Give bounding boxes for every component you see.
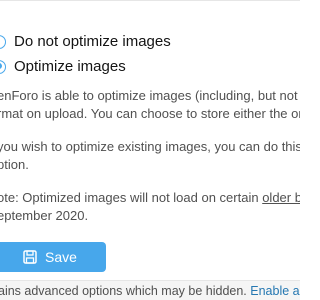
- note-line: ote: Optimized images will not load on c…: [0, 189, 300, 207]
- description-line-2: rmat on upload. You can choose to store …: [0, 106, 300, 121]
- note-line-2: eptember 2020.: [0, 208, 89, 223]
- radio-button-checked[interactable]: [0, 59, 6, 74]
- footer-text: ains advanced options which may be hidde…: [0, 284, 300, 298]
- note-label: ote:: [0, 190, 19, 205]
- radio-option-no-optimize[interactable]: Do not optimize images: [0, 33, 171, 50]
- options-panel: Do not optimize images Optimize images e…: [0, 0, 300, 300]
- radio-label-optimize: Optimize images: [14, 58, 126, 75]
- save-button[interactable]: Save: [0, 242, 106, 272]
- radio-label-no-optimize: Do not optimize images: [14, 33, 171, 50]
- description-line-3: you wish to optimize existing images, yo…: [0, 139, 300, 154]
- radio-option-optimize[interactable]: Optimize images: [0, 58, 126, 75]
- footer-message: ains advanced options which may be hidde…: [0, 284, 251, 298]
- option-description: enForo is able to optimize images (inclu…: [0, 87, 300, 225]
- older-browsers-link[interactable]: older b: [262, 190, 300, 205]
- radio-button-unchecked[interactable]: [0, 34, 6, 49]
- description-line-4: ption.: [0, 157, 29, 172]
- description-line-1: enForo is able to optimize images (inclu…: [0, 88, 300, 103]
- save-icon: [23, 250, 37, 264]
- advanced-options-footer: ains advanced options which may be hidde…: [0, 280, 300, 300]
- save-button-label: Save: [45, 249, 77, 265]
- top-divider: [0, 0, 300, 1]
- note-text: Optimized images will not load on certai…: [18, 190, 263, 205]
- enable-advanced-link[interactable]: Enable a: [250, 284, 299, 298]
